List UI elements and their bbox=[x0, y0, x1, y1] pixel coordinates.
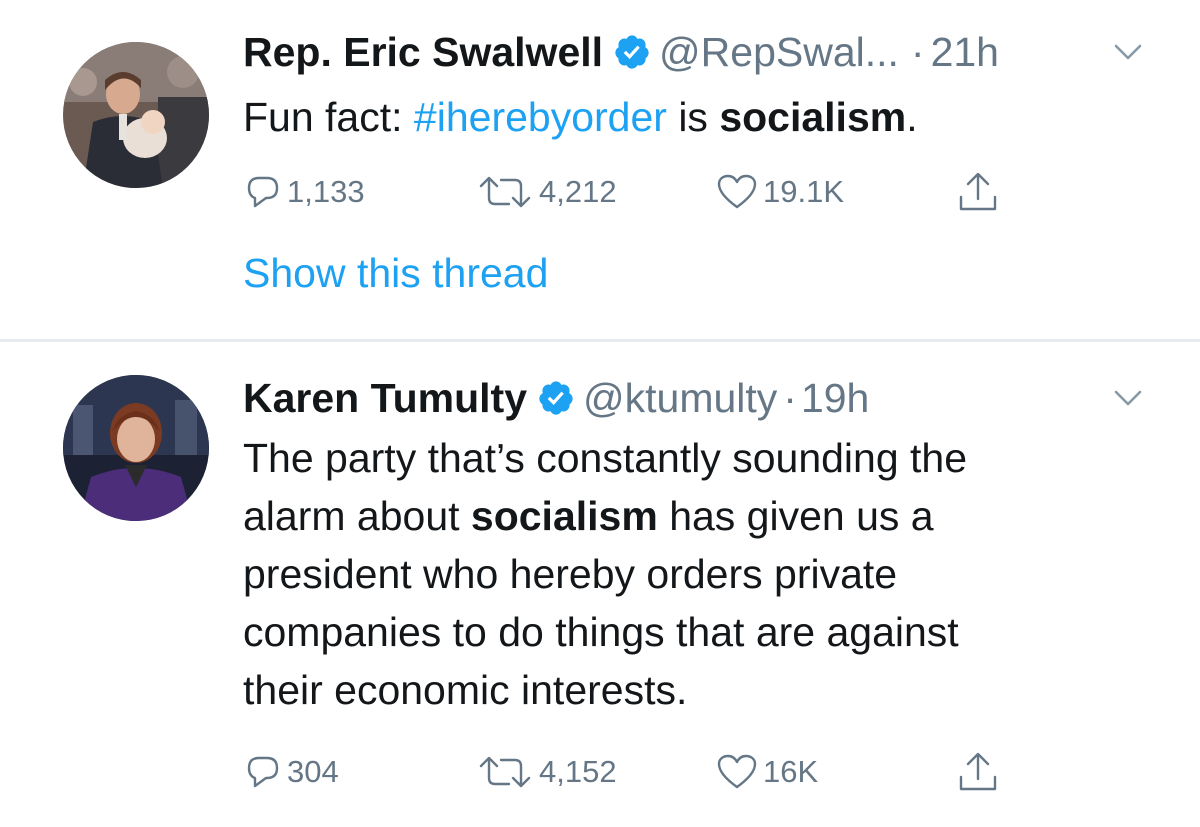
share-upload-icon bbox=[955, 749, 1001, 795]
separator-dot: · bbox=[910, 28, 925, 75]
retweet-icon bbox=[475, 752, 535, 792]
timestamp[interactable]: 21h bbox=[931, 29, 999, 76]
tweet-text: The party that’s constantly sounding the… bbox=[243, 429, 1143, 719]
like-button[interactable]: 16K bbox=[715, 747, 818, 797]
reply-bubble-icon bbox=[243, 172, 283, 212]
text-line: president who hereby orders private bbox=[243, 545, 1143, 603]
reply-count: 304 bbox=[287, 754, 339, 789]
bold-text: socialism bbox=[719, 94, 907, 140]
tweet-actions: 1,133 4,212 19.1K bbox=[243, 167, 1043, 217]
reply-bubble-icon bbox=[243, 752, 283, 792]
chevron-down-icon[interactable] bbox=[1113, 388, 1143, 408]
text-segment: Fun fact: bbox=[243, 94, 414, 140]
retweet-button[interactable]: 4,152 bbox=[475, 747, 617, 797]
text-segment: alarm about bbox=[243, 493, 471, 539]
text-segment: The party that’s constantly sounding the bbox=[243, 435, 968, 481]
like-count: 19.1K bbox=[763, 174, 845, 209]
text-segment: president who hereby orders private bbox=[243, 551, 898, 597]
like-button[interactable]: 19.1K bbox=[715, 167, 844, 217]
author-handle[interactable]: @ktumulty bbox=[583, 375, 777, 422]
text-segment: . bbox=[906, 94, 918, 140]
tweet-tumulty[interactable]: Karen Tumulty @ktumulty · 19h The party … bbox=[0, 342, 1200, 827]
retweet-icon bbox=[475, 172, 535, 212]
share-upload-icon bbox=[955, 169, 1001, 215]
avatar[interactable] bbox=[63, 42, 209, 188]
text-segment: has given us a bbox=[657, 493, 934, 539]
text-segment: is bbox=[666, 94, 720, 140]
tweet-text: Fun fact: #iherebyorder is socialism. bbox=[243, 88, 1143, 146]
avatar[interactable] bbox=[63, 375, 209, 521]
tweet-swalwell[interactable]: Rep. Eric Swalwell @RepSwal... · 21h Fun… bbox=[0, 0, 1200, 340]
text-line: their economic interests. bbox=[243, 661, 1143, 719]
hashtag-link[interactable]: #iherebyorder bbox=[414, 94, 667, 140]
retweet-button[interactable]: 4,212 bbox=[475, 167, 617, 217]
share-button[interactable] bbox=[955, 167, 1005, 217]
text-segment: companies to do things that are against bbox=[243, 609, 959, 655]
verified-badge-icon bbox=[613, 33, 651, 71]
tweet-actions: 304 4,152 16K bbox=[243, 747, 1043, 797]
text-line: alarm about socialism has given us a bbox=[243, 487, 1143, 545]
share-button[interactable] bbox=[955, 747, 1005, 797]
show-thread-link[interactable]: Show this thread bbox=[243, 250, 548, 297]
reply-count: 1,133 bbox=[287, 174, 365, 209]
retweet-count: 4,152 bbox=[539, 754, 617, 789]
author-name[interactable]: Rep. Eric Swalwell bbox=[243, 29, 603, 76]
text-line: companies to do things that are against bbox=[243, 603, 1143, 661]
reply-button[interactable]: 1,133 bbox=[243, 167, 365, 217]
heart-icon bbox=[715, 752, 759, 792]
retweet-count: 4,212 bbox=[539, 174, 617, 209]
text-segment: their economic interests. bbox=[243, 667, 688, 713]
heart-icon bbox=[715, 172, 759, 212]
bold-text: socialism bbox=[470, 493, 658, 539]
author-handle[interactable]: @RepSwal... bbox=[659, 29, 899, 76]
chevron-down-icon[interactable] bbox=[1113, 42, 1143, 62]
reply-button[interactable]: 304 bbox=[243, 747, 339, 797]
separator-dot: · bbox=[783, 374, 797, 421]
author-name[interactable]: Karen Tumulty bbox=[243, 375, 527, 422]
tweet-header: Karen Tumulty @ktumulty · 19h bbox=[243, 372, 869, 424]
tweet-header: Rep. Eric Swalwell @RepSwal... · 21h bbox=[243, 26, 999, 78]
verified-badge-icon bbox=[537, 379, 575, 417]
like-count: 16K bbox=[763, 754, 819, 789]
text-line: The party that’s constantly sounding the bbox=[243, 429, 1143, 487]
timestamp[interactable]: 19h bbox=[801, 375, 869, 422]
